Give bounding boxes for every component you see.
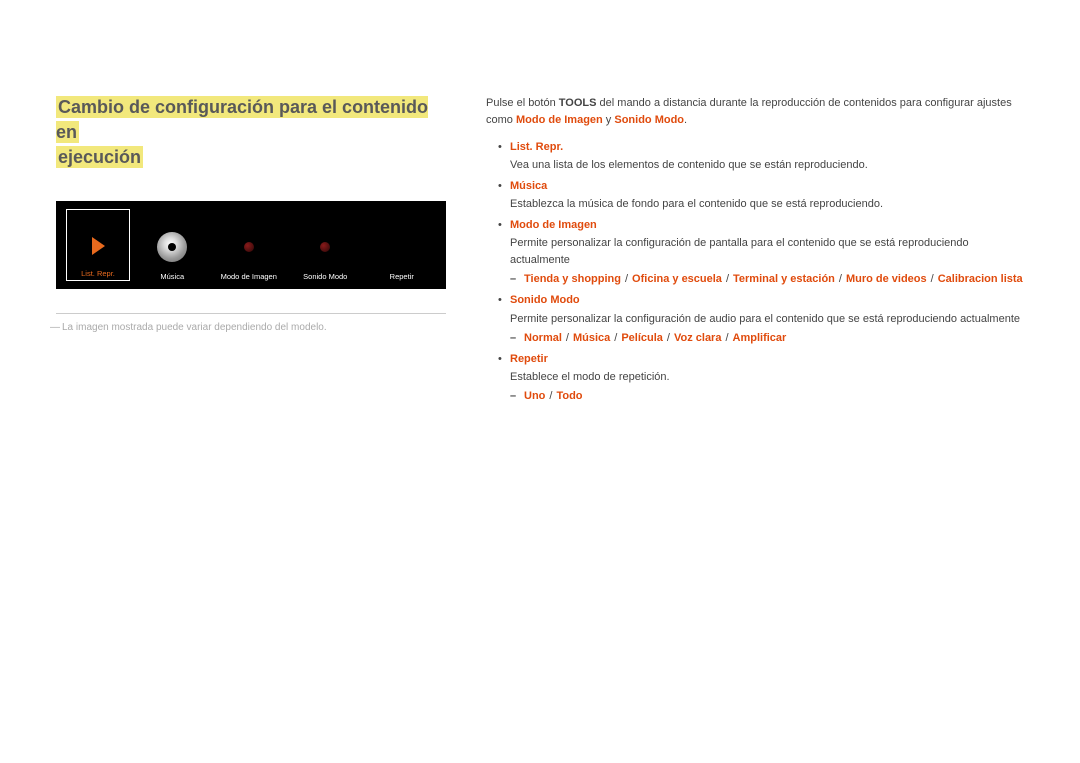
item-title: List. Repr. (510, 139, 1024, 156)
item-desc: Vea una lista de los elementos de conten… (510, 157, 1024, 174)
item-desc: Permite personalizar la configuración de… (510, 311, 1024, 328)
item-desc: Permite personalizar la configuración de… (510, 235, 1024, 269)
item-title: Modo de Imagen (510, 217, 1024, 234)
tool-label: Sonido Modo (303, 272, 347, 281)
intro-paragraph: Pulse el botón TOOLS del mando a distanc… (486, 95, 1024, 129)
divider (56, 313, 446, 314)
list-item: Repetir Establece el modo de repetición.… (498, 351, 1024, 405)
tool-item-modo-imagen[interactable]: Modo de Imagen (215, 209, 284, 281)
list-item: List. Repr. Vea una lista de los element… (498, 139, 1024, 174)
sub-options: Tienda y shopping/ Oficina y escuela/ Te… (510, 271, 1024, 288)
list-item: Modo de Imagen Permite personalizar la c… (498, 217, 1024, 288)
section-heading: Cambio de configuración para el contenid… (56, 95, 446, 171)
settings-list: List. Repr. Vea una lista de los element… (486, 139, 1024, 405)
tool-item-repetir[interactable]: Repetir (368, 209, 437, 281)
item-desc: Establezca la música de fondo para el co… (510, 196, 1024, 213)
mode-icon (236, 234, 262, 260)
image-footnote: La imagen mostrada puede variar dependie… (56, 322, 446, 333)
play-icon (92, 237, 105, 255)
tool-item-musica[interactable]: Música (138, 209, 207, 281)
item-title: Repetir (510, 351, 1024, 368)
sub-options: Normal/ Música/ Película/ Voz clara/ Amp… (510, 330, 1024, 347)
list-item: Música Establezca la música de fondo par… (498, 178, 1024, 213)
tool-label: Música (160, 272, 184, 281)
tool-label: Repetir (390, 272, 414, 281)
tool-item-list-repr[interactable]: List. Repr. (66, 209, 130, 281)
playback-toolbar: List. Repr. Música Modo de Imagen Sonido… (56, 201, 446, 289)
item-desc: Establece el modo de repetición. (510, 369, 1024, 386)
mode-icon (312, 234, 338, 260)
list-item: Sonido Modo Permite personalizar la conf… (498, 292, 1024, 346)
item-title: Música (510, 178, 1024, 195)
tool-item-sonido-modo[interactable]: Sonido Modo (291, 209, 360, 281)
sub-options: Uno/ Todo (510, 388, 1024, 405)
item-title: Sonido Modo (510, 292, 1024, 309)
tool-label: List. Repr. (81, 269, 115, 278)
tool-label: Modo de Imagen (221, 272, 277, 281)
cd-icon (157, 232, 187, 262)
